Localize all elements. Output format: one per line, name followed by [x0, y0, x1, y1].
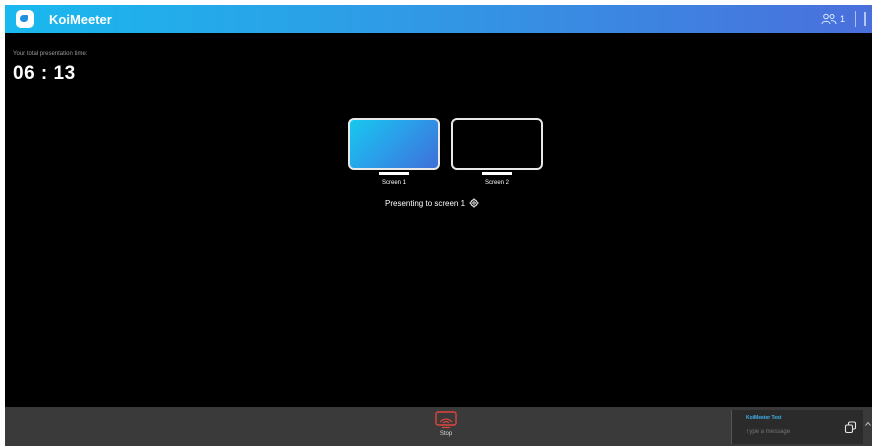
chevron-up-icon[interactable]: [865, 421, 871, 427]
screen-2-label: Screen 2: [484, 180, 509, 186]
app-title: KoiMeeter: [49, 11, 112, 27]
chat-title: KoiMeeter Test: [746, 415, 782, 421]
timer-label: Your total presentation time:: [13, 51, 88, 57]
presenting-status: Presenting to screen 1: [385, 198, 479, 208]
screen-1-label: Screen 1: [381, 180, 406, 186]
stop-label: Stop: [439, 431, 453, 437]
stop-cast-icon: [435, 411, 457, 429]
screen-1-monitor[interactable]: [348, 118, 440, 170]
bottom-toolbar: Stop KoiMeeter Test: [5, 407, 872, 446]
app-window: KoiMeeter 1 Your total presentation time…: [5, 5, 872, 446]
timer-value: 06 : 13: [13, 63, 76, 84]
participant-count[interactable]: 1: [840, 14, 845, 24]
chat-message-input[interactable]: [744, 425, 828, 439]
presenting-text: Presenting to screen 1: [385, 198, 466, 208]
top-bar-divider: [855, 11, 856, 27]
people-icon[interactable]: [821, 13, 837, 25]
stop-button[interactable]: Stop: [421, 411, 471, 445]
screen-2-monitor[interactable]: [451, 118, 543, 170]
koimeeter-logo-icon: [16, 10, 34, 28]
top-bar: KoiMeeter 1: [5, 5, 872, 33]
gear-icon[interactable]: [469, 198, 479, 208]
more-menu-icon[interactable]: [864, 12, 866, 26]
chat-panel: KoiMeeter Test: [731, 410, 863, 444]
send-icon[interactable]: [844, 421, 857, 434]
top-right-controls: 1: [821, 5, 866, 33]
screen-1-stand: [379, 172, 409, 175]
screen-2-stand: [482, 172, 512, 175]
